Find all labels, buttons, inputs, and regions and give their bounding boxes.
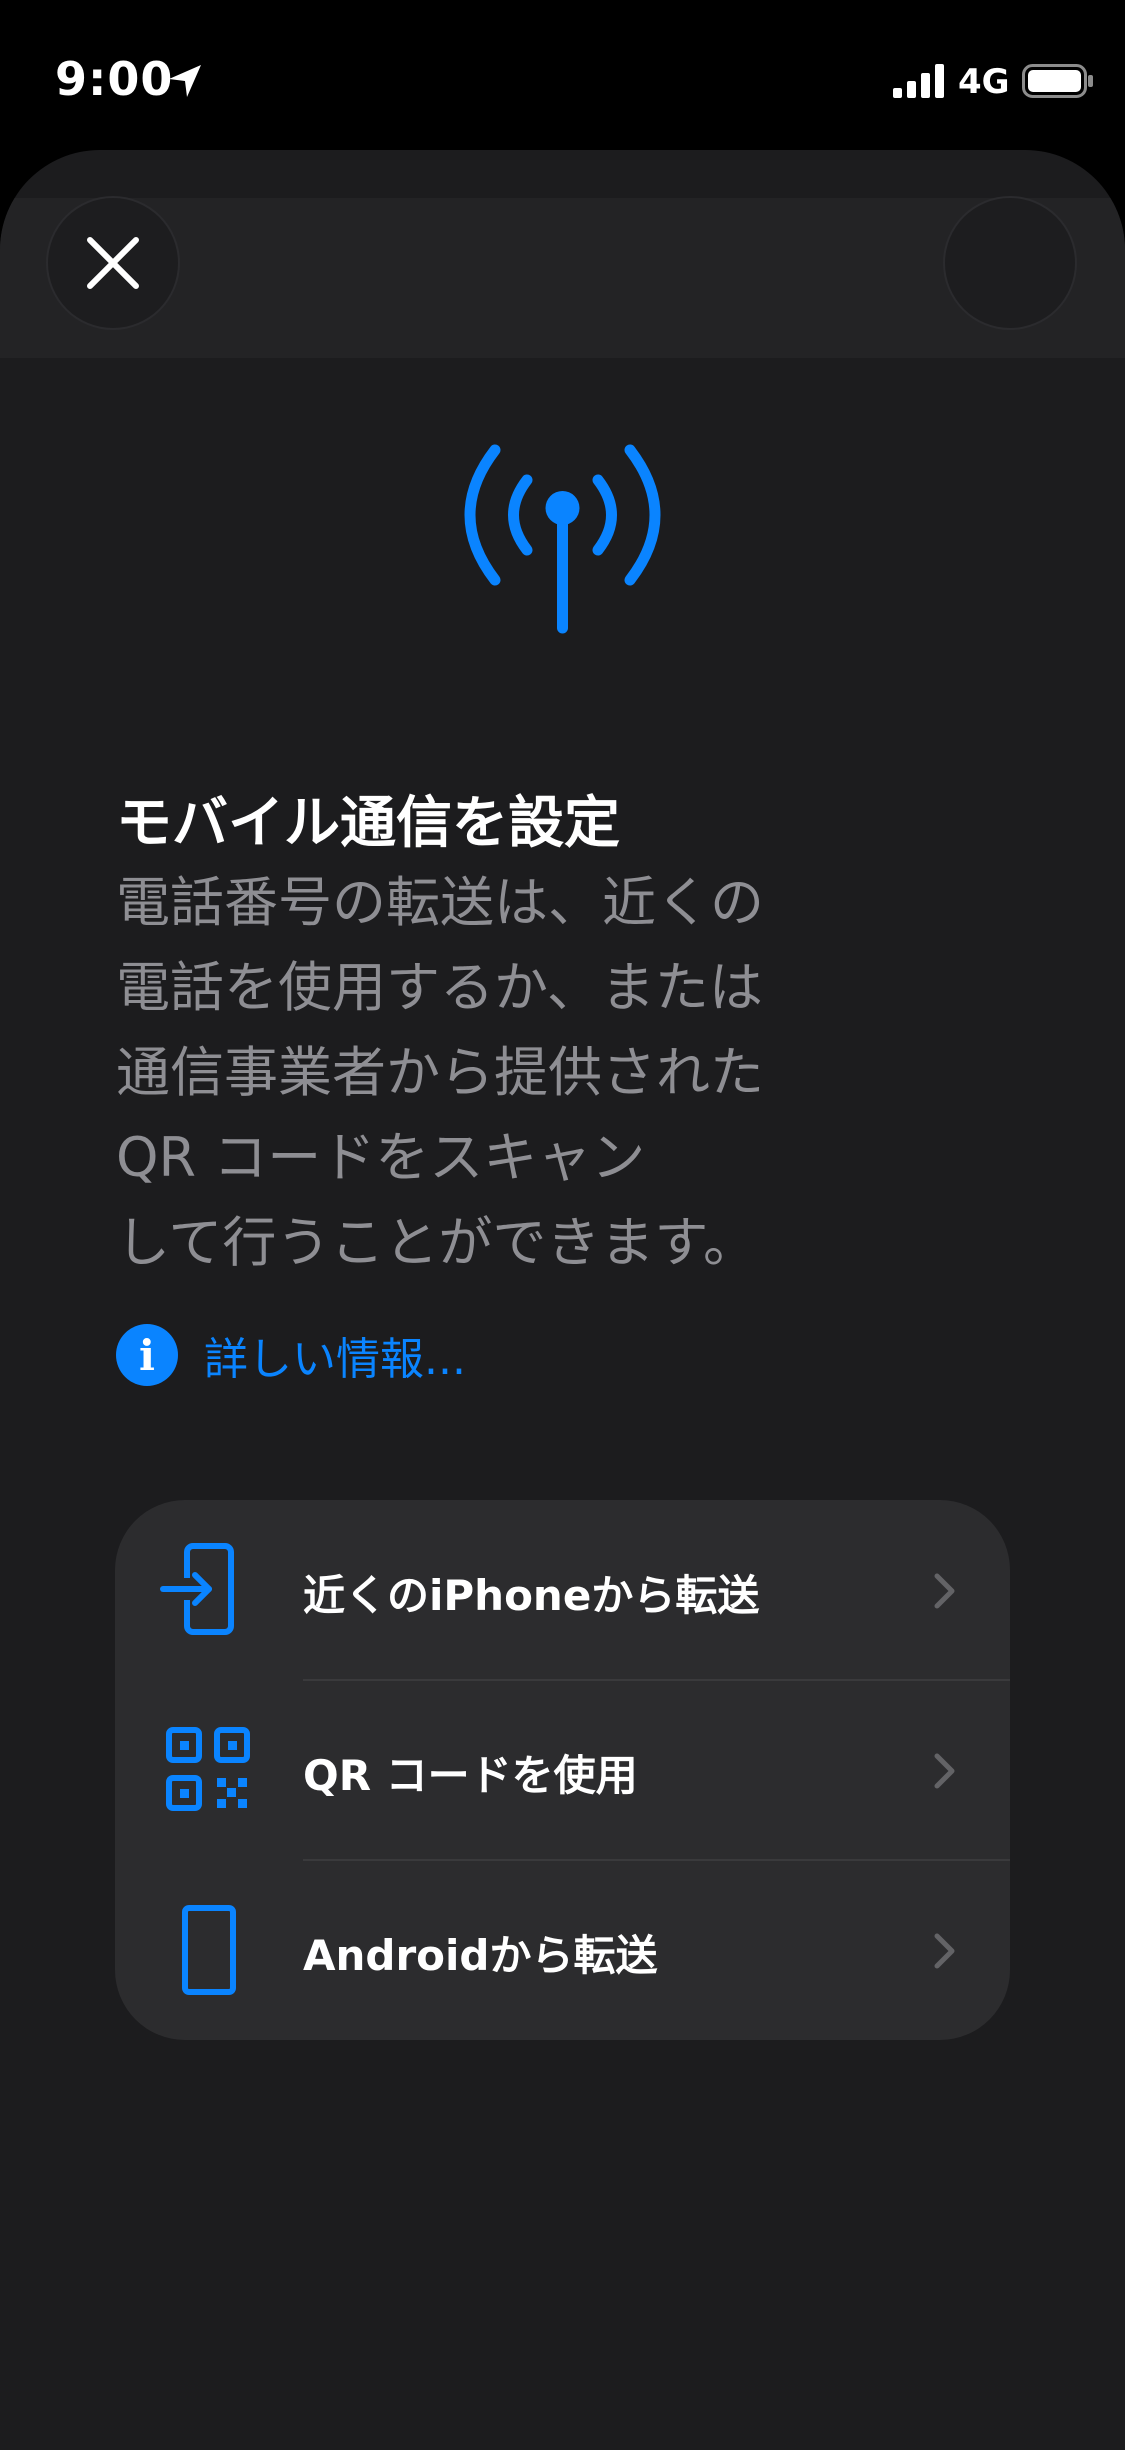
network-type-label: 4G [958, 62, 1010, 102]
option-transfer-from-android[interactable]: Androidから転送 [115, 1860, 1010, 2040]
option-use-qr-code[interactable]: QR コードを使用 [115, 1680, 1010, 1860]
description-line: QR コードをスキャン [116, 1126, 646, 1189]
learn-more-link[interactable]: i 詳しい情報... [116, 1320, 466, 1390]
option-label: QR コードを使用 [303, 1751, 638, 1800]
option-label: Androidから転送 [303, 1931, 658, 1980]
chevron-right-icon [934, 1933, 955, 1969]
description-line: 電話を使用するか、または [116, 956, 763, 1019]
qr-code-icon [166, 1727, 250, 1811]
cellular-signal-icon [893, 64, 944, 98]
description-line: して行うことができます。 [116, 1211, 757, 1274]
setup-options-list: 近くのiPhoneから転送 QR コードを使用 Androidから転送 [115, 1500, 1010, 2040]
status-time: 9:00 [55, 52, 174, 106]
close-button[interactable] [48, 198, 178, 328]
header-right-button[interactable] [945, 198, 1075, 328]
location-arrow-icon [169, 65, 201, 97]
setup-sheet: モバイル通信を設定 電話番号の転送は、近くの 電話を使用するか、または 通信事業… [0, 150, 1125, 2450]
description-line: 電話番号の転送は、近くの [116, 871, 764, 934]
description-line: 通信事業者から提供された [116, 1041, 764, 1104]
option-label: 近くのiPhoneから転送 [303, 1571, 760, 1620]
battery-icon [1022, 64, 1093, 98]
description-text: 電話番号の転送は、近くの 電話を使用するか、または 通信事業者から提供された Q… [116, 860, 876, 1285]
phone-transfer-icon [160, 1543, 234, 1635]
learn-more-label: 詳しい情報... [204, 1334, 466, 1385]
android-phone-icon [182, 1905, 236, 1995]
info-icon: i [116, 1324, 178, 1386]
antenna-signal-icon [464, 444, 661, 634]
status-bar: 9:00 4G [0, 0, 1125, 150]
chevron-right-icon [934, 1753, 955, 1789]
page-title: モバイル通信を設定 [116, 791, 620, 856]
close-icon [87, 237, 139, 289]
chevron-right-icon [934, 1573, 955, 1609]
option-transfer-from-iphone[interactable]: 近くのiPhoneから転送 [115, 1500, 1010, 1680]
